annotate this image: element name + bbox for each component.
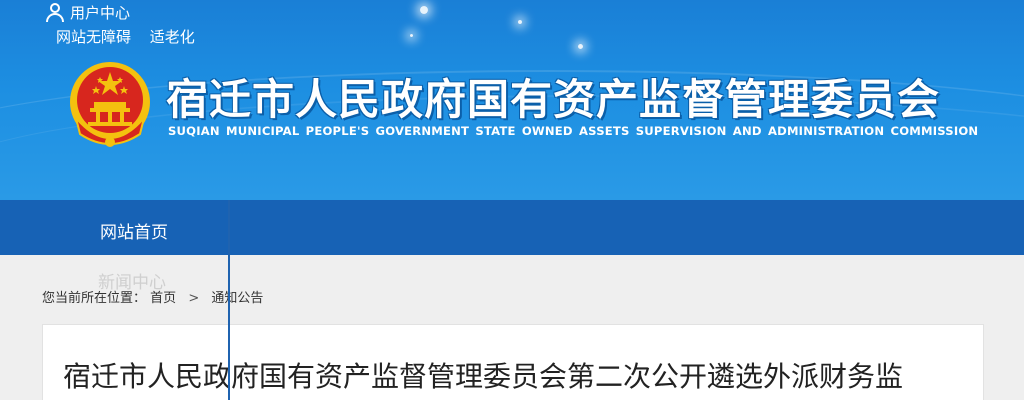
user-center-link[interactable]: 用户中心 bbox=[46, 2, 130, 22]
breadcrumb-separator: > bbox=[188, 291, 200, 306]
main-nav: 网站首页 bbox=[0, 200, 1024, 255]
user-center-label: 用户中心 bbox=[70, 3, 131, 22]
breadcrumb-prefix: 您当前所在位置： bbox=[42, 291, 147, 306]
elderly-mode-link[interactable]: 适老化 bbox=[150, 28, 195, 46]
site-title: 宿迁市人民政府国有资产监督管理委员会 bbox=[166, 75, 941, 124]
banner-sparkle bbox=[578, 44, 583, 49]
banner-sparkle bbox=[420, 6, 428, 14]
accessibility-link[interactable]: 网站无障碍 bbox=[56, 28, 131, 46]
banner-sparkle bbox=[518, 20, 522, 24]
breadcrumb-home[interactable]: 首页 bbox=[150, 291, 176, 306]
header-banner: 用户中心 网站无障碍 适老化 宿迁市人民政府国有资产监督管理委员会 SUQIAN… bbox=[0, 0, 1024, 200]
user-icon bbox=[46, 3, 64, 22]
breadcrumb: 您当前所在位置： 首页 > 通知公告 bbox=[42, 287, 263, 306]
accessibility-links: 网站无障碍 适老化 bbox=[56, 26, 209, 47]
nav-divider bbox=[228, 200, 230, 400]
national-emblem-icon bbox=[70, 62, 150, 147]
site-subtitle: SUQIAN MUNICIPAL PEOPLE'S GOVERNMENT STA… bbox=[168, 124, 979, 138]
article-card: 宿迁市人民政府国有资产监督管理委员会第二次公开遴选外派财务监 bbox=[42, 324, 984, 400]
article-title: 宿迁市人民政府国有资产监督管理委员会第二次公开遴选外派财务监 bbox=[63, 360, 904, 393]
banner-sparkle bbox=[410, 34, 413, 37]
breadcrumb-current[interactable]: 通知公告 bbox=[211, 291, 263, 306]
top-links: 用户中心 网站无障碍 适老化 bbox=[46, 2, 195, 46]
nav-item-home[interactable]: 网站首页 bbox=[100, 218, 168, 243]
